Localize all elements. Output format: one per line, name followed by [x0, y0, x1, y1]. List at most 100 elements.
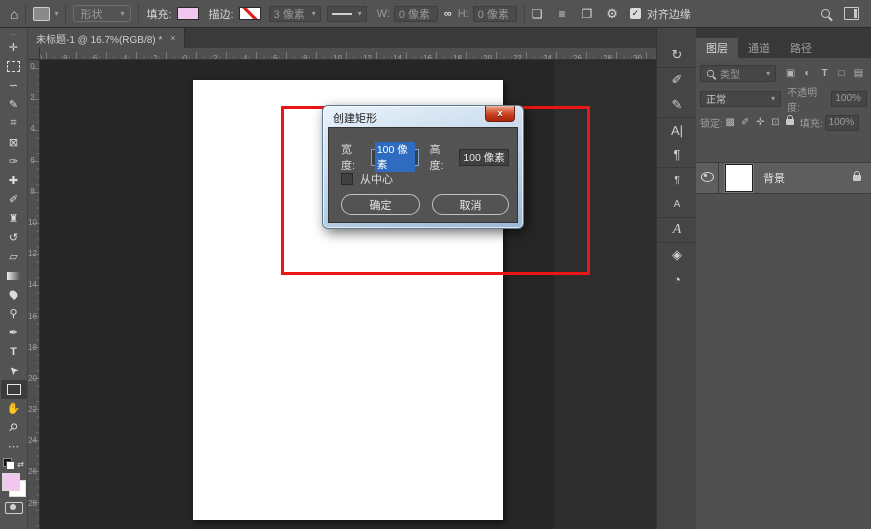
3d-panel-icon[interactable]: ◈ — [657, 242, 697, 267]
eraser-icon: ▱ — [9, 250, 17, 263]
lock-artboard-icon[interactable]: ⊡ — [768, 117, 783, 128]
lock-all-icon[interactable] — [783, 117, 798, 128]
quick-select-tool[interactable]: ✎ — [1, 95, 27, 114]
ruler-vertical[interactable]: 024681012141618202224262830 — [28, 60, 40, 529]
toolbox-collapse-icon[interactable]: ‥ — [10, 28, 16, 38]
history-brush-tool[interactable]: ↺ — [1, 228, 27, 247]
chevron-down-icon: ▾ — [312, 9, 316, 18]
fill-label: 填充: — [800, 115, 823, 130]
color-swatches[interactable] — [1, 472, 27, 498]
opacity-value: 100% — [835, 93, 861, 104]
fill-input[interactable]: 100% — [825, 115, 859, 131]
brushes-panel-icon[interactable]: ✎ — [657, 92, 697, 117]
close-icon[interactable]: × — [170, 33, 175, 43]
lock-image-icon[interactable]: ✐ — [738, 117, 753, 128]
blend-mode-value: 正常 — [706, 91, 726, 106]
path-select-tool[interactable]: ➤ — [1, 361, 27, 380]
blend-mode-select[interactable]: 正常 ▾ — [700, 91, 781, 107]
clone-stamp-icon: ♜ — [9, 212, 19, 225]
path-operations-icon[interactable]: ❏ — [532, 7, 543, 21]
home-icon[interactable]: ⌂ — [10, 6, 18, 22]
filter-adjustment-icon[interactable]: ◐ — [799, 68, 816, 79]
character-styles-panel-icon[interactable]: A — [657, 192, 697, 217]
ruler-horizontal[interactable]: 108642024681012141618202224262830 — [40, 48, 656, 60]
paragraph-styles-panel-icon[interactable]: ¶ — [657, 167, 697, 192]
search-icon[interactable] — [821, 9, 830, 18]
tab-paths[interactable]: 路径 — [780, 38, 822, 58]
hand-tool[interactable]: ✋ — [1, 399, 27, 418]
filter-smart-object-icon[interactable]: ▤ — [850, 68, 867, 79]
brush-tool[interactable]: ✐ — [1, 190, 27, 209]
frame-tool[interactable]: ⊠ — [1, 133, 27, 152]
healing-brush-tool[interactable]: ✚ — [1, 171, 27, 190]
filter-pixel-icon[interactable]: ▣ — [782, 68, 799, 79]
marquee-tool[interactable] — [1, 57, 27, 76]
link-dimensions-icon[interactable]: ∞ — [444, 8, 452, 20]
layer-name[interactable]: 背景 — [763, 170, 785, 186]
foreground-swatch[interactable] — [2, 473, 20, 491]
workspace-icon[interactable] — [844, 7, 859, 20]
opacity-input[interactable]: 100% — [831, 91, 867, 107]
clone-stamp-tool[interactable]: ♜ — [1, 209, 27, 228]
brush-settings-panel-icon[interactable]: ✐ — [657, 67, 697, 92]
tool-preset-icon[interactable] — [33, 7, 50, 21]
crop-tool[interactable]: ⌗ — [1, 114, 27, 133]
dodge-tool[interactable]: ⚲ — [1, 304, 27, 323]
pen-tool[interactable]: ✒ — [1, 323, 27, 342]
layer-thumbnail[interactable] — [725, 164, 753, 192]
move-tool[interactable]: ✛ — [1, 38, 27, 57]
type-tool[interactable]: T — [1, 342, 27, 361]
align-edges-checkbox[interactable]: ✓ — [630, 8, 641, 19]
search-icon — [707, 69, 714, 76]
layer-filter-select[interactable]: 类型 ▾ — [700, 65, 776, 82]
shape-mode-select[interactable]: 形状 ▾ — [73, 5, 131, 22]
gradient-tool[interactable] — [1, 266, 27, 285]
character-panel-icon[interactable]: A| — [657, 117, 697, 142]
path-alignment-icon[interactable]: ≡ — [558, 7, 565, 21]
stroke-style-select[interactable]: ▾ — [327, 6, 367, 22]
layer-row-background[interactable]: 背景 — [696, 162, 871, 194]
gear-icon[interactable]: ⚙ — [606, 6, 618, 22]
stroke-swatch[interactable] — [239, 7, 261, 20]
rect-width-input[interactable]: 100 像素 — [371, 149, 419, 166]
lasso-tool[interactable]: ∽ — [1, 76, 27, 95]
blur-tool[interactable] — [1, 285, 27, 304]
default-colors[interactable]: ⇄ — [1, 456, 27, 472]
create-rectangle-dialog[interactable]: 创建矩形 x 宽度: 100 像素 高度: 100 像素 从中心 确定 取消 — [322, 105, 524, 229]
more-tools[interactable]: ⋯ — [1, 437, 27, 456]
history-panel-icon[interactable]: ↻ — [657, 42, 697, 67]
fill-value: 100% — [829, 117, 855, 128]
zoom-tool[interactable]: ⚲ — [1, 418, 27, 437]
tab-channels[interactable]: 通道 — [738, 38, 780, 58]
brush-icon: ✐ — [9, 193, 18, 206]
lock-transparent-icon[interactable]: ▩ — [723, 117, 738, 128]
filter-shape-icon[interactable]: □ — [833, 68, 850, 79]
character-styles-glyph: A — [674, 199, 681, 210]
from-center-checkbox[interactable] — [341, 173, 353, 185]
visibility-toggle[interactable] — [696, 172, 718, 185]
lock-position-icon[interactable]: ✛ — [753, 117, 768, 128]
dialog-close-button[interactable]: x — [485, 106, 515, 122]
width-input[interactable]: 0 像素 — [394, 6, 438, 22]
tab-layers[interactable]: 图层 — [696, 38, 738, 58]
cancel-button[interactable]: 取消 — [432, 194, 509, 215]
rectangle-tool[interactable] — [1, 380, 27, 399]
height-input[interactable]: 0 像素 — [473, 6, 517, 22]
quick-select-icon: ✎ — [9, 98, 18, 111]
chevron-down-icon[interactable]: ▾ — [54, 9, 58, 18]
fill-swatch[interactable] — [177, 7, 199, 20]
path-arrangement-icon[interactable]: ❐ — [581, 7, 592, 21]
swap-colors-icon[interactable]: ⇄ — [17, 460, 24, 469]
timeline-panel-icon[interactable]: ◔ — [657, 267, 697, 292]
filter-type-icon[interactable]: T — [816, 68, 833, 79]
eraser-tool[interactable]: ▱ — [1, 247, 27, 266]
rect-height-input[interactable]: 100 像素 — [459, 149, 509, 166]
paragraph-panel-icon[interactable]: ¶ — [657, 142, 697, 167]
document-tab[interactable]: 未标题-1 @ 16.7%(RGB/8) * × — [28, 28, 185, 48]
quick-mask-tool[interactable] — [1, 498, 27, 517]
eyedropper-tool[interactable]: ✑ — [1, 152, 27, 171]
glyphs-panel-icon[interactable]: A — [657, 217, 697, 242]
stroke-width-select[interactable]: 3 像素 ▾ — [269, 6, 321, 22]
ok-button[interactable]: 确定 — [341, 194, 420, 215]
chevron-down-icon: ▾ — [771, 94, 775, 103]
